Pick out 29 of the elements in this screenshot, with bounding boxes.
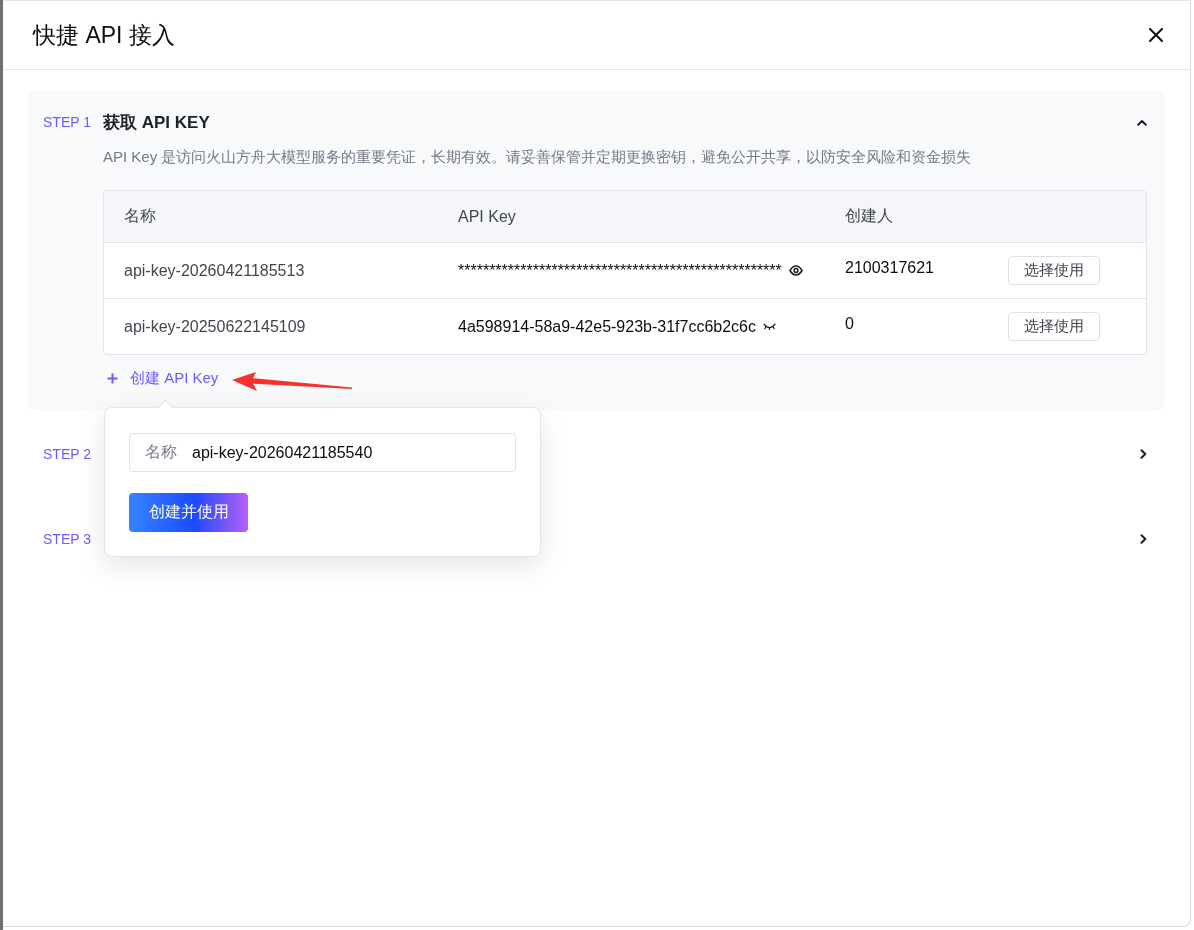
create-and-use-button[interactable]: 创建并使用 xyxy=(129,493,248,532)
create-api-key-link[interactable]: 创建 API Key xyxy=(103,367,219,389)
column-header: 名称 xyxy=(124,206,156,226)
table-cell: 0 xyxy=(845,314,854,334)
step-description: API Key 是访问火山方舟大模型服务的重要凭证，长期有效。请妥善保管并定期更换密钥，避免公开共享，以防安全风险和资金损失 xyxy=(103,147,973,167)
field-prefix: 名称 xyxy=(145,442,177,462)
plus-icon xyxy=(107,372,118,384)
chevron-right-icon[interactable] xyxy=(1140,449,1147,459)
api-key-value: 4a598914-58a9-42e5-923b-31f7cc6b2c6c xyxy=(458,316,756,337)
eye-closed-icon[interactable] xyxy=(763,323,776,330)
step-title: 获取 API KEY xyxy=(103,111,210,134)
table-cell: api-key-20260421185513 xyxy=(124,260,305,281)
eye-icon[interactable] xyxy=(788,265,803,276)
name-input[interactable]: api-key-20260421185540 xyxy=(192,440,505,465)
step-label: STEP 2 xyxy=(43,446,92,462)
step-label: STEP 1 xyxy=(43,114,92,130)
api-key-value: **************************************************** xyxy=(458,260,782,281)
column-header: 创建人 xyxy=(845,206,893,226)
step-label: STEP 3 xyxy=(43,531,92,547)
chevron-right-icon[interactable] xyxy=(1140,534,1147,544)
table-cell: 2100317621 xyxy=(845,258,934,278)
name-field[interactable]: 名称 api-key-20260421185540 xyxy=(129,433,516,472)
select-button[interactable]: 选择使用 xyxy=(1008,312,1100,341)
select-button[interactable]: 选择使用 xyxy=(1008,256,1100,285)
table-cell: api-key-20250622145109 xyxy=(124,316,306,337)
chevron-up-icon[interactable] xyxy=(1137,118,1147,126)
dialog-title: 快捷 API 接入 xyxy=(33,20,175,50)
close-icon[interactable] xyxy=(1149,28,1163,42)
column-header: API Key xyxy=(458,207,516,226)
